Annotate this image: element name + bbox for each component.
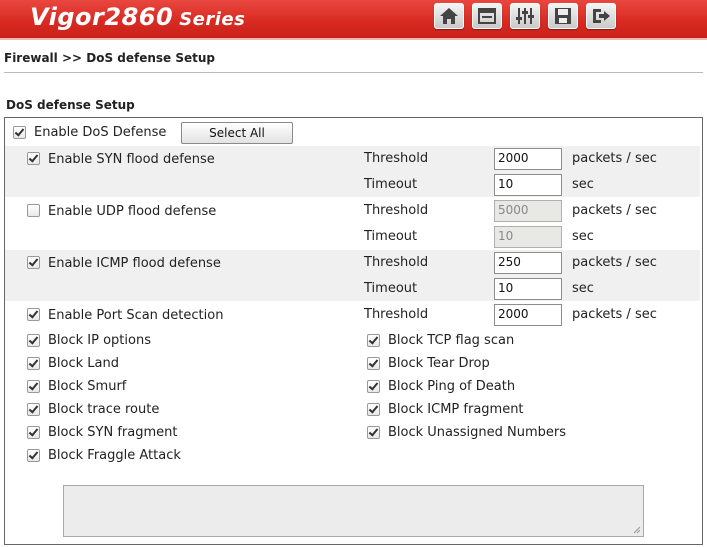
- online-status-icon: [516, 8, 534, 24]
- port-scan-label: Enable Port Scan detection: [48, 308, 224, 323]
- udp-flood-checkbox[interactable]: [27, 204, 40, 217]
- udp-threshold-unit: packets / sec: [572, 203, 657, 218]
- syn-timeout-input[interactable]: 10: [494, 174, 562, 196]
- quick-start-icon: [478, 8, 496, 24]
- logout-icon: [593, 9, 610, 23]
- home-button[interactable]: [434, 3, 464, 29]
- block-tear-drop-checkbox[interactable]: [367, 357, 380, 370]
- icmp-flood-checkbox[interactable]: [27, 256, 40, 269]
- app-header: Vigor2860 Series: [0, 0, 707, 40]
- udp-timeout-label: Timeout: [364, 229, 418, 244]
- brand-series: Series: [179, 9, 246, 30]
- syn-flood-label: Enable SYN flood defense: [48, 152, 215, 167]
- block-tear-drop-label: Block Tear Drop: [388, 356, 490, 371]
- block-tcp-flag-scan-label: Block TCP flag scan: [388, 333, 515, 348]
- udp-threshold-input[interactable]: 5000: [494, 200, 562, 222]
- icmp-timeout-input[interactable]: 10: [494, 278, 562, 300]
- save-config-button[interactable]: [548, 3, 578, 29]
- icmp-threshold-input[interactable]: 250: [494, 252, 562, 274]
- block-ping-of-death-checkbox[interactable]: [367, 380, 380, 393]
- syn-threshold-unit: packets / sec: [572, 151, 657, 166]
- block-syn-fragment-label: Block SYN fragment: [48, 425, 178, 440]
- block-icmp-fragment-label: Block ICMP fragment: [388, 402, 524, 417]
- block-trace-route-label: Block trace route: [48, 402, 160, 417]
- block-fraggle-attack-label: Block Fraggle Attack: [48, 448, 181, 463]
- block-trace-route-checkbox[interactable]: [27, 403, 40, 416]
- logout-button[interactable]: [586, 3, 616, 29]
- brand-name: Vigor2860: [30, 3, 174, 31]
- block-land-label: Block Land: [48, 356, 119, 371]
- enable-dos-label: Enable DoS Defense: [34, 125, 167, 140]
- block-fraggle-attack-checkbox[interactable]: [27, 449, 40, 462]
- notes-textarea[interactable]: [63, 485, 644, 537]
- port-scan-threshold-label: Threshold: [364, 307, 429, 322]
- block-syn-fragment-checkbox[interactable]: [27, 426, 40, 439]
- udp-threshold-label: Threshold: [364, 203, 429, 218]
- syn-timeout-unit: sec: [572, 177, 594, 192]
- port-scan-threshold-input[interactable]: 2000: [494, 304, 562, 326]
- block-icmp-fragment-checkbox[interactable]: [367, 403, 380, 416]
- block-smurf-label: Block Smurf: [48, 379, 127, 394]
- resize-grip-icon[interactable]: [633, 526, 641, 534]
- enable-dos-checkbox[interactable]: [13, 126, 26, 139]
- block-ip-options-checkbox[interactable]: [27, 334, 40, 347]
- icmp-timeout-label: Timeout: [364, 281, 418, 296]
- online-status-button[interactable]: [510, 3, 540, 29]
- block-unassigned-numbers-checkbox[interactable]: [367, 426, 380, 439]
- brand-logo: Vigor2860 Series: [30, 3, 245, 31]
- port-scan-threshold-unit: packets / sec: [572, 307, 657, 322]
- icmp-timeout-unit: sec: [572, 281, 594, 296]
- port-scan-checkbox[interactable]: [27, 308, 40, 321]
- syn-threshold-input[interactable]: 2000: [494, 148, 562, 170]
- home-icon: [440, 8, 458, 24]
- icmp-threshold-unit: packets / sec: [572, 255, 657, 270]
- section-title: DoS defense Setup: [6, 98, 135, 112]
- block-land-checkbox[interactable]: [27, 357, 40, 370]
- block-ping-of-death-label: Block Ping of Death: [388, 379, 516, 394]
- syn-timeout-label: Timeout: [364, 177, 418, 192]
- breadcrumb: Firewall >> DoS defense Setup: [4, 51, 216, 65]
- block-unassigned-numbers-label: Block Unassigned Numbers: [388, 425, 567, 440]
- quick-start-button[interactable]: [472, 3, 502, 29]
- syn-threshold-label: Threshold: [364, 151, 429, 166]
- udp-timeout-unit: sec: [572, 229, 594, 244]
- udp-flood-label: Enable UDP flood defense: [48, 204, 217, 219]
- block-ip-options-label: Block IP options: [48, 333, 151, 348]
- syn-flood-checkbox[interactable]: [27, 152, 40, 165]
- icmp-flood-label: Enable ICMP flood defense: [48, 256, 221, 271]
- save-config-icon: [555, 8, 571, 24]
- block-smurf-checkbox[interactable]: [27, 380, 40, 393]
- udp-timeout-input[interactable]: 10: [494, 226, 562, 248]
- divider: [4, 72, 703, 73]
- icmp-threshold-label: Threshold: [364, 255, 429, 270]
- block-tcp-flag-scan-checkbox[interactable]: [367, 334, 380, 347]
- select-all-button[interactable]: Select All: [181, 122, 293, 144]
